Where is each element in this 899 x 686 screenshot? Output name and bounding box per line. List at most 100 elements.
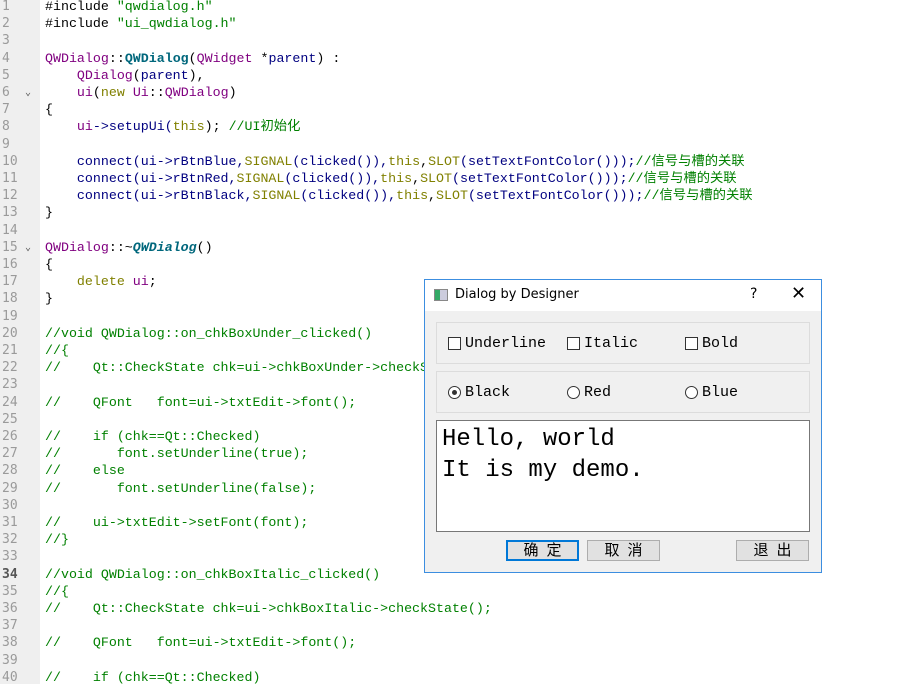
code-token: * [252,50,269,66]
code-line: connect(ui->rBtnBlack,SIGNAL(clicked()),… [45,187,753,204]
checkbox-label: Italic [584,335,639,352]
code-token: //UI初始化 [228,119,301,135]
quit-button[interactable]: 退出 [736,540,809,561]
code-token: :: [108,50,125,66]
code-token: "qwdialog.h" [116,0,213,14]
checkbox-box[interactable] [685,337,698,350]
checkbox-underline[interactable]: Underline [448,335,546,352]
code-token: this [172,119,205,135]
line-number: 33 [2,549,18,565]
code-token: //} [45,532,69,548]
line-number: 37 [2,618,18,634]
code-token: connect(ui->rBtnBlue, [45,153,245,169]
code-token: QWDialog [132,239,197,255]
line-number: 2 [2,16,10,32]
radio-red[interactable]: Red [567,384,611,401]
radio-button[interactable] [685,386,698,399]
line-number: 22 [2,360,18,376]
checkbox-box[interactable] [567,337,580,350]
line-number: 16 [2,257,18,272]
code-token: SIGNAL [252,188,301,204]
checkbox-box[interactable] [448,337,461,350]
line-number: 31 [2,515,18,530]
fold-chevron-icon[interactable]: ⌄ [25,84,31,101]
checkbox-italic[interactable]: Italic [567,335,638,352]
radio-button[interactable] [567,386,580,399]
code-token: QWDialog [45,239,109,255]
line-number: 39 [2,652,18,668]
checkbox-label: Bold [702,335,739,352]
radio-label: Black [465,384,511,401]
code-token: { [45,102,53,118]
code-token: //void QWDialog::on_chkBoxItalic_clicked… [45,566,381,582]
line-number: 40 [2,669,18,685]
line-number: 21 [2,343,18,358]
code-token: //void QWDialog::on_chkBoxUnder_clicked(… [45,325,373,341]
font-style-group: Underline Italic Bold [436,322,810,364]
line-number: 4 [2,50,10,66]
line-number: 6 ⌄ [2,84,32,101]
line-number: 25 [2,411,18,427]
checkbox-bold[interactable]: Bold [685,335,738,352]
ok-button[interactable]: 确定 [506,540,579,561]
code-line: // QFont font=ui->txtEdit->font(); [45,394,356,411]
text-edit[interactable]: Hello, world It is my demo. [436,420,810,532]
line-number: 29 [2,480,18,496]
code-token: QDialog [76,67,133,83]
code-token: this [388,153,421,169]
line-number: 24 [2,394,18,410]
radio-label: Red [584,384,612,401]
close-button[interactable]: ✕ [791,283,806,304]
line-number-gutter: 1 2 3 4 5 6 ⌄ 7 8 9 10 11 12 13 14 15 ⌄ 16 17 18 19 20 21 22 23 2… [0,0,40,685]
code-token: parent [268,50,317,66]
line-number: 19 [2,308,18,324]
cancel-button[interactable]: 取消 [587,540,660,561]
code-token: this [380,171,413,186]
code-token: //{ [45,583,69,599]
code-line: //{ [45,342,69,359]
code-token: (clicked()), [300,188,397,204]
line-number: 12 [2,188,18,204]
help-button[interactable]: ? [750,286,757,302]
radio-label: Blue [702,384,739,401]
code-token: // Qt::CheckState chk=ui->chkBoxItalic->… [45,601,492,616]
radio-blue[interactable]: Blue [685,384,738,401]
code-line: QWDialog::~QWDialog() [45,239,213,256]
code-token: // font.setUnderline(false); [45,480,317,496]
line-number: 34 [2,566,18,582]
line-number: 7 [2,102,10,118]
code-token: ::~ [108,239,133,255]
line-number: 17 [2,274,18,290]
code-token: // QFont font=ui->txtEdit->font(); [45,635,357,651]
line-number: 23 [2,377,18,393]
code-token: // QFont font=ui->txtEdit->font(); [45,394,357,410]
text-line: It is my demo. [442,457,644,484]
checkbox-label: Underline [465,335,547,352]
code-line: QWDialog::QWDialog(QWidget *parent) : [45,50,340,67]
code-token: SIGNAL [236,171,285,186]
code-token: delete [76,274,125,290]
code-token: // Qt::CheckState chk=ui->chkBoxUnder->c… [45,360,484,376]
code-line: //} [45,531,69,548]
fold-chevron-icon[interactable]: ⌄ [25,239,31,256]
radio-black[interactable]: Black [448,384,510,401]
code-line: // else [45,462,125,479]
title-bar[interactable]: Dialog by Designer ? ✕ [425,280,821,311]
code-line: { [45,101,53,118]
text-line: Hello, world [442,426,615,453]
code-token: connect(ui->rBtnRed, [45,171,237,186]
line-number: 20 [2,325,18,341]
code-line: // font.setUnderline(false); [45,480,316,497]
code-token: ), [188,67,205,83]
code-token: (setTextFontColor())); [459,153,636,169]
code-token: Ui [132,85,149,100]
code-token: (setTextFontColor())); [452,171,628,186]
code-token: #include [45,0,117,14]
code-line: ui->setupUi(this); //UI初始化 [45,118,300,135]
code-token: , [420,153,429,169]
radio-button[interactable] [448,386,461,399]
line-number: 26 [2,429,18,444]
code-token: #include [45,16,117,32]
